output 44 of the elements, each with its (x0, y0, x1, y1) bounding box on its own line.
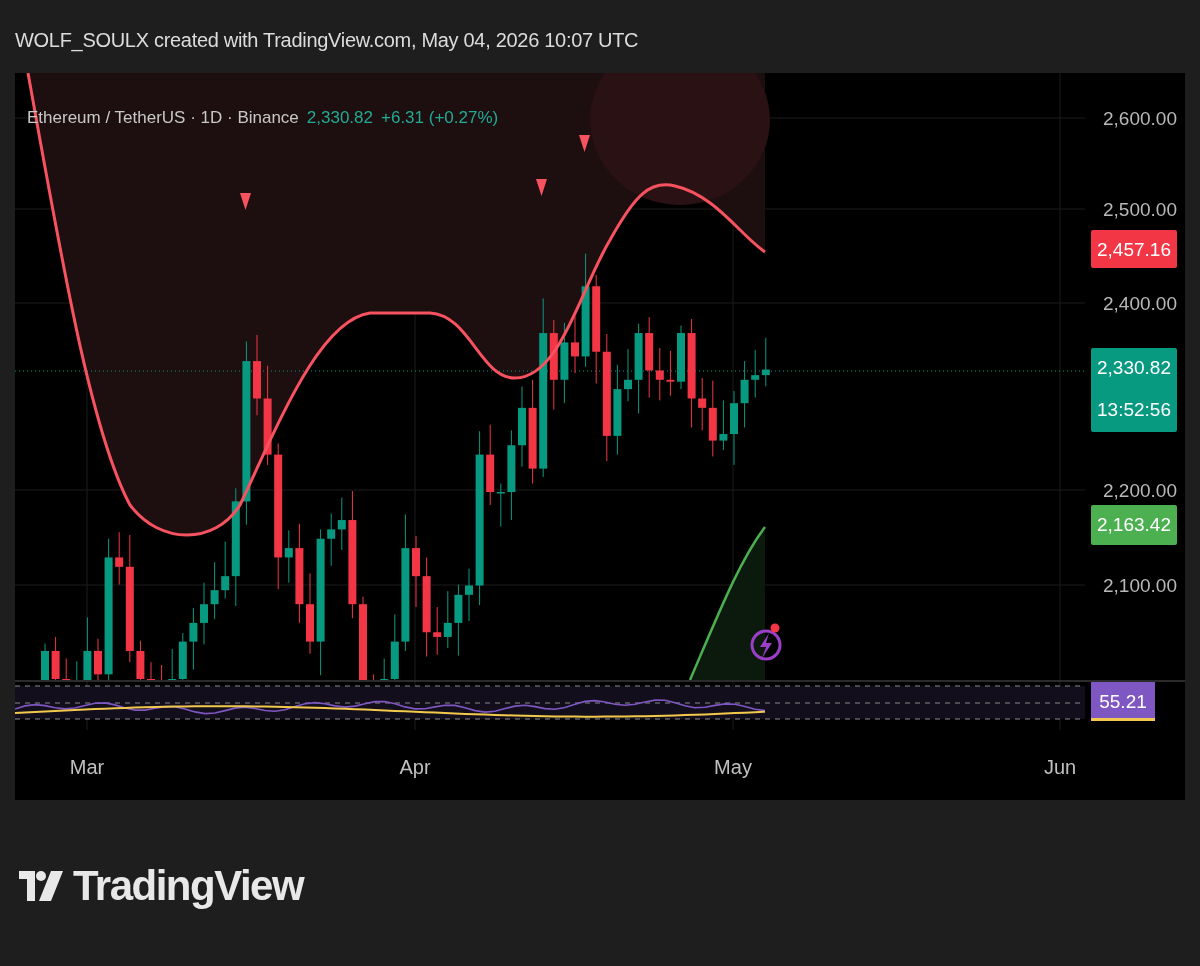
candle (147, 661, 155, 680)
candle (571, 315, 579, 374)
candle (719, 399, 728, 451)
price-label: 2,330.82 13:52:56 (1091, 348, 1177, 432)
candle (761, 337, 770, 387)
sell-marker-icon (536, 179, 547, 196)
candle (740, 360, 749, 428)
price-tick-label: 2,400.00 (1103, 293, 1177, 314)
candle (698, 377, 707, 431)
candle (677, 325, 685, 390)
candle (189, 607, 198, 671)
candle (443, 590, 452, 649)
price-tick-label: 2,600.00 (1103, 108, 1177, 129)
time-axis-label: Jun (1043, 756, 1077, 778)
brand-name: TradingView (73, 865, 304, 907)
candle (200, 582, 208, 645)
candle (337, 497, 346, 551)
price-tick-label: 2,100.00 (1103, 575, 1177, 596)
time-axis-label: Mar (69, 756, 105, 778)
price-change-text: +6.31 (+0.27%) (381, 108, 499, 127)
candle (94, 638, 102, 680)
candle (136, 640, 145, 680)
price-label: 2,457.16 (1091, 230, 1177, 268)
candle (83, 616, 92, 680)
candle (465, 568, 473, 622)
last-price-text: 2,330.82 (306, 108, 373, 127)
price-label: 2,163.42 (1091, 505, 1177, 545)
candle (51, 636, 60, 680)
candle (433, 606, 442, 656)
candle (624, 348, 632, 402)
logo-icon (19, 871, 63, 901)
price-tick-label: 2,200.00 (1103, 480, 1177, 501)
candle (62, 657, 71, 680)
candle (327, 513, 336, 567)
lightning-alert-icon[interactable] (750, 623, 782, 661)
candle (666, 350, 675, 397)
time-axis-label: May (714, 756, 752, 778)
candle (751, 349, 760, 399)
candle (210, 561, 219, 620)
time-axis-label: Apr (399, 756, 431, 778)
price-tick-label: 2,500.00 (1103, 199, 1177, 220)
sell-marker-icon (240, 193, 251, 210)
attribution-text: WOLF_SOULX created with TradingView.com, May 04, 2026 10:07 UTC (15, 29, 639, 51)
rsi-value-label: 55.21 (1091, 682, 1155, 721)
